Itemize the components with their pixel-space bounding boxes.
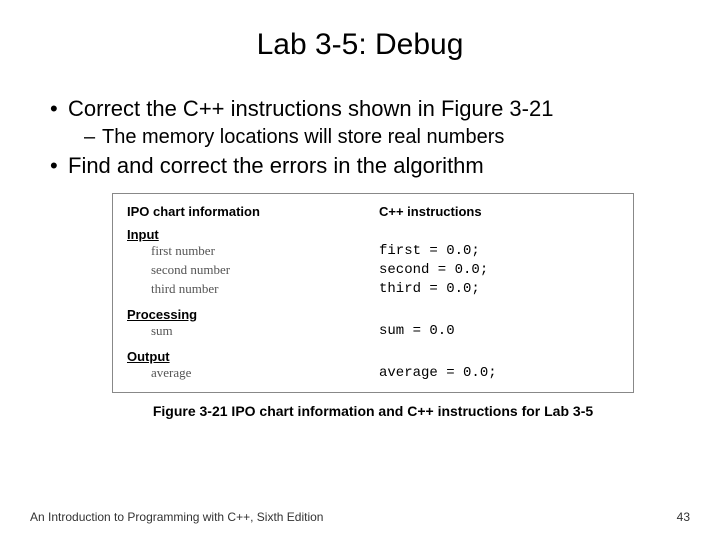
table-row: third number third = 0.0; bbox=[127, 280, 619, 299]
ipo-cell: second number bbox=[127, 261, 379, 280]
section-input: Input bbox=[127, 227, 619, 242]
figure-caption: Figure 3-21 IPO chart information and C+… bbox=[112, 403, 634, 419]
table-row: second number second = 0.0; bbox=[127, 261, 619, 280]
bullet-text: Find and correct the errors in the algor… bbox=[68, 153, 484, 178]
cpp-cell: sum = 0.0 bbox=[379, 322, 619, 341]
cpp-cell: first = 0.0; bbox=[379, 242, 619, 261]
section-processing: Processing bbox=[127, 307, 619, 322]
footer-page-number: 43 bbox=[677, 510, 690, 524]
cpp-cell: second = 0.0; bbox=[379, 261, 619, 280]
header-right: C++ instructions bbox=[379, 204, 619, 219]
ipo-cell: first number bbox=[127, 242, 379, 261]
bullet-level1: •Find and correct the errors in the algo… bbox=[50, 153, 680, 179]
header-left: IPO chart information bbox=[127, 204, 379, 219]
figure-wrapper: IPO chart information C++ instructions I… bbox=[112, 193, 680, 419]
slide-footer: An Introduction to Programming with C++,… bbox=[30, 510, 690, 524]
ipo-cell: average bbox=[127, 364, 379, 383]
table-row: average average = 0.0; bbox=[127, 364, 619, 383]
bullet-dot-icon: • bbox=[50, 96, 68, 122]
bullet-text: The memory locations will store real num… bbox=[102, 126, 504, 148]
ipo-chart-box: IPO chart information C++ instructions I… bbox=[112, 193, 634, 393]
ipo-chart-header: IPO chart information C++ instructions bbox=[127, 204, 619, 219]
section-output: Output bbox=[127, 349, 619, 364]
bullet-dash-icon: – bbox=[84, 126, 102, 149]
ipo-cell: sum bbox=[127, 322, 379, 341]
bullet-dot-icon: • bbox=[50, 153, 68, 179]
bullet-list: •Correct the C++ instructions shown in F… bbox=[40, 96, 680, 179]
slide-title: Lab 3-5: Debug bbox=[40, 28, 680, 62]
footer-left: An Introduction to Programming with C++,… bbox=[30, 510, 323, 524]
table-row: sum sum = 0.0 bbox=[127, 322, 619, 341]
bullet-text: Correct the C++ instructions shown in Fi… bbox=[68, 96, 553, 121]
bullet-level1: •Correct the C++ instructions shown in F… bbox=[50, 96, 680, 122]
bullet-level2: –The memory locations will store real nu… bbox=[50, 126, 680, 149]
cpp-cell: third = 0.0; bbox=[379, 280, 619, 299]
table-row: first number first = 0.0; bbox=[127, 242, 619, 261]
ipo-cell: third number bbox=[127, 280, 379, 299]
slide: Lab 3-5: Debug •Correct the C++ instruct… bbox=[0, 0, 720, 540]
cpp-cell: average = 0.0; bbox=[379, 364, 619, 383]
